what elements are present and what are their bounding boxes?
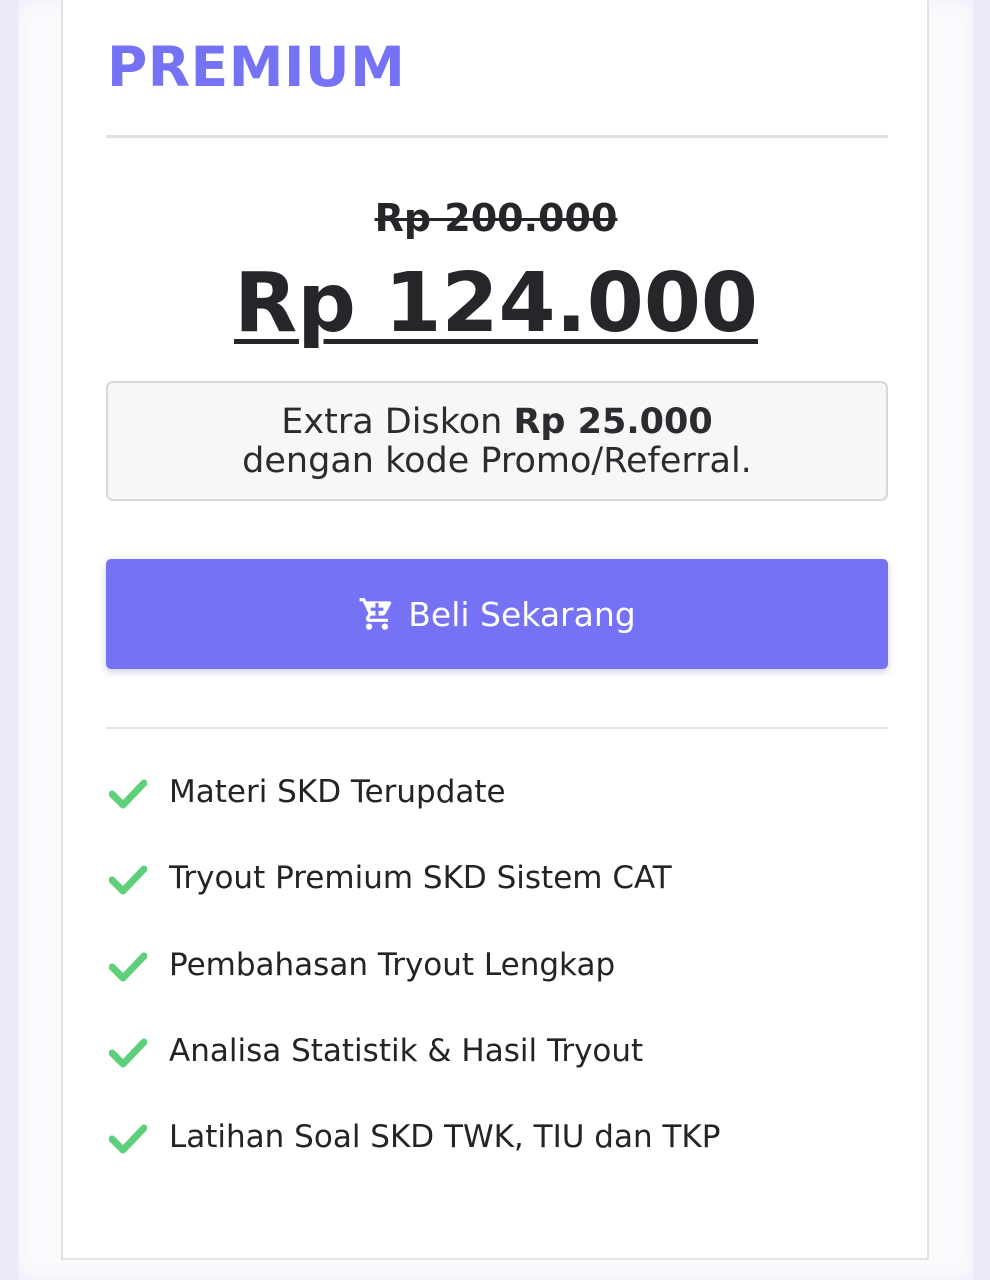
promo-prefix: Extra Diskon <box>281 402 503 442</box>
cart-icon <box>359 598 392 630</box>
feature-label: Latihan Soal SKD TWK, TIU dan TKP <box>169 1119 721 1156</box>
plan-title: PREMIUM <box>107 35 406 99</box>
feature-item: Materi SKD Terupdate <box>106 754 888 840</box>
feature-item: Tryout Premium SKD Sistem CAT <box>106 840 888 926</box>
check-icon <box>109 865 147 895</box>
promo-line-2: dengan kode Promo/Referral. <box>242 441 752 481</box>
buy-now-label: Beli Sekarang <box>408 594 636 634</box>
scrollbar-track[interactable] <box>973 0 990 1280</box>
check-icon <box>109 952 147 982</box>
promo-line-1: Extra Diskon Rp 25.000 <box>108 403 886 442</box>
promo-notice: Extra Diskon Rp 25.000 dengan kode Promo… <box>106 381 888 501</box>
title-divider <box>106 135 888 138</box>
feature-item: Analisa Statistik & Hasil Tryout <box>106 1013 888 1099</box>
pricing-card: PREMIUM Rp 200.000 Rp 124.000 Extra Disk… <box>61 0 929 1260</box>
promo-amount: Rp 25.000 <box>513 402 713 442</box>
check-icon <box>109 779 147 809</box>
feature-label: Materi SKD Terupdate <box>169 774 506 810</box>
feature-list: Materi SKD Terupdate Tryout Premium SKD … <box>106 754 888 1185</box>
features-divider <box>106 727 888 729</box>
original-price: Rp 200.000 <box>374 196 618 240</box>
buy-now-button[interactable]: Beli Sekarang <box>106 559 888 669</box>
feature-label: Analisa Statistik & Hasil Tryout <box>169 1032 644 1069</box>
feature-label: Tryout Premium SKD Sistem CAT <box>169 860 672 897</box>
current-price: Rp 124.000 <box>234 256 758 351</box>
feature-item: Pembahasan Tryout Lengkap <box>106 927 888 1013</box>
feature-label: Pembahasan Tryout Lengkap <box>169 946 616 983</box>
feature-item: Latihan Soal SKD TWK, TIU dan TKP <box>106 1099 888 1185</box>
check-icon <box>109 1038 147 1068</box>
check-icon <box>109 1124 147 1154</box>
